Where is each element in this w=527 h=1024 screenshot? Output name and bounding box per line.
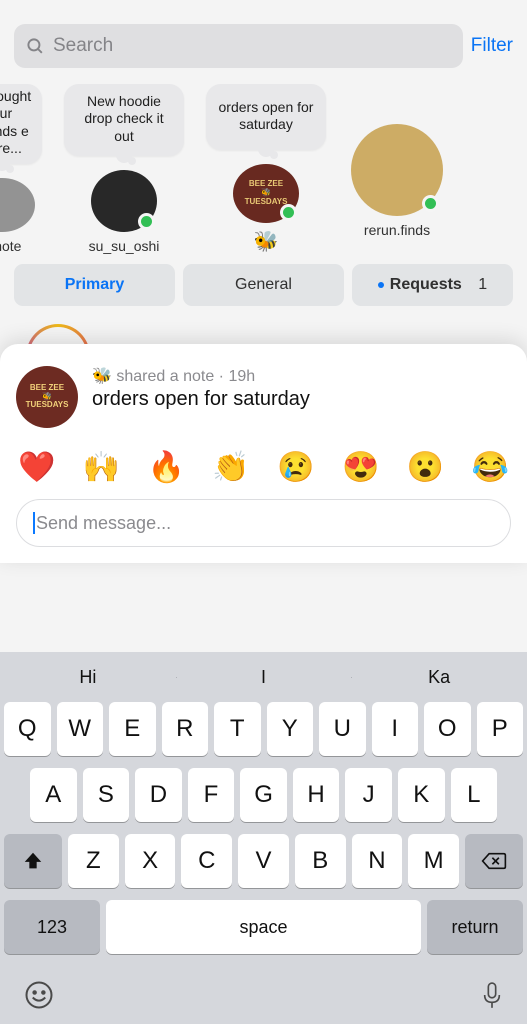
reaction-joy[interactable]: 😂 [472,450,509,485]
message-placeholder: Send message... [36,513,171,534]
message-input[interactable]: Send message... [16,499,511,547]
key-c[interactable]: C [181,834,232,888]
reaction-wow[interactable]: 😮 [407,450,444,485]
key-g[interactable]: G [240,768,287,822]
key-w[interactable]: W [57,702,104,756]
key-k[interactable]: K [398,768,445,822]
key-n[interactable]: N [352,834,403,888]
reaction-fire[interactable]: 🔥 [148,450,185,485]
key-m[interactable]: M [408,834,459,888]
reaction-clap[interactable]: 👏 [212,450,249,485]
emoji-keyboard-button[interactable] [24,980,54,1010]
key-q[interactable]: Q [4,702,51,756]
key-r[interactable]: R [162,702,209,756]
key-h[interactable]: H [293,768,340,822]
key-v[interactable]: V [238,834,289,888]
key-space[interactable]: space [106,900,421,954]
key-d[interactable]: D [135,768,182,822]
key-u[interactable]: U [319,702,366,756]
suggestion[interactable]: Hi [0,667,176,688]
key-i[interactable]: I [372,702,419,756]
key-l[interactable]: L [451,768,498,822]
reaction-cry[interactable]: 😢 [277,450,314,485]
key-e[interactable]: E [109,702,156,756]
key-x[interactable]: X [125,834,176,888]
shift-icon [22,850,44,872]
key-numbers[interactable]: 123 [4,900,100,954]
dictation-button[interactable] [481,980,503,1010]
key-z[interactable]: Z [68,834,119,888]
key-o[interactable]: O [424,702,471,756]
suggestion[interactable]: Ka [351,667,527,688]
reaction-raised-hands[interactable]: 🙌 [83,450,120,485]
suggestion[interactable]: I [176,667,352,688]
mic-icon [481,980,503,1010]
key-s[interactable]: S [83,768,130,822]
key-j[interactable]: J [345,768,392,822]
key-b[interactable]: B [295,834,346,888]
text-cursor [33,512,35,534]
note-meta: 🐝 shared a note · 19h [92,366,310,386]
note-text: orders open for saturday [92,388,310,411]
key-t[interactable]: T [214,702,261,756]
keyboard: Hi I Ka Q W E R T Y U I O P A S D F G H … [0,652,527,1024]
reaction-bar: ❤️ 🙌 🔥 👏 😢 😍 😮 😂 [18,450,509,485]
note-author-avatar[interactable]: BEE ZEE🐝TUESDAYS [16,366,78,428]
key-return[interactable]: return [427,900,523,954]
emoji-icon [24,980,54,1010]
key-y[interactable]: Y [267,702,314,756]
key-f[interactable]: F [188,768,235,822]
key-backspace[interactable] [465,834,523,888]
keyboard-suggestions: Hi I Ka [0,652,527,702]
note-reply-sheet: BEE ZEE🐝TUESDAYS 🐝 shared a note · 19h o… [0,344,527,563]
reaction-heart[interactable]: ❤️ [18,450,55,485]
backspace-icon [481,851,507,871]
key-shift[interactable] [4,834,62,888]
reaction-heart-eyes[interactable]: 😍 [342,450,379,485]
key-p[interactable]: P [477,702,524,756]
key-a[interactable]: A [30,768,77,822]
